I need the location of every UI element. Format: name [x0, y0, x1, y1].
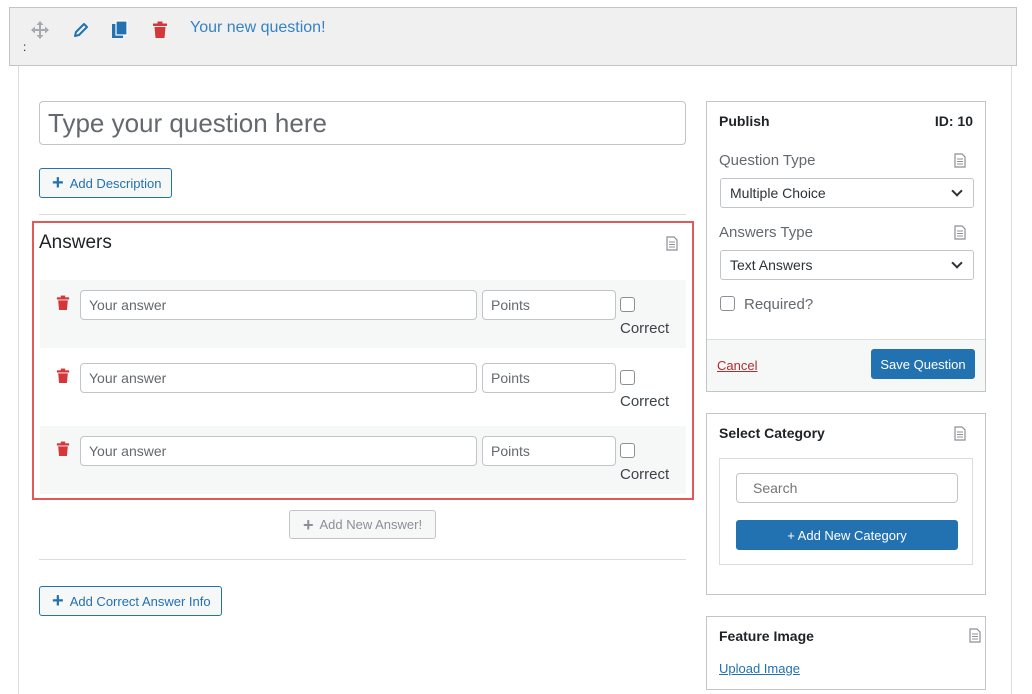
correct-label: Correct [620, 466, 670, 483]
document-icon[interactable] [954, 153, 966, 168]
correct-label: Correct [620, 320, 670, 337]
feature-image-title: Feature Image [719, 628, 814, 644]
answer-row: Correct [40, 426, 686, 494]
divider [39, 214, 686, 215]
pencil-icon[interactable] [71, 20, 91, 40]
add-new-answer-button[interactable]: + Add New Answer! [289, 510, 436, 539]
frame-border-right [1011, 66, 1012, 694]
answers-title: Answers [39, 232, 112, 253]
correct-checkbox[interactable] [620, 443, 635, 458]
add-new-category-button[interactable]: + Add New Category [736, 520, 958, 550]
answer-row: Correct [40, 353, 686, 421]
delete-answer-icon[interactable] [56, 441, 70, 457]
question-id: ID: 10 [934, 113, 973, 129]
chevron-down-icon [951, 257, 963, 269]
points-input[interactable] [482, 436, 616, 466]
category-search-input[interactable] [736, 473, 958, 503]
add-new-answer-label: Add New Answer! [319, 517, 423, 532]
correct-label: Correct [620, 393, 670, 410]
correct-checkbox[interactable] [620, 370, 635, 385]
publish-footer: Cancel Save Question [707, 339, 985, 391]
publish-title: Publish [719, 113, 770, 129]
move-icon[interactable] [30, 20, 50, 40]
answer-input[interactable] [80, 363, 477, 393]
answer-input[interactable] [80, 290, 477, 320]
answer-row: Correct [40, 280, 686, 348]
correct-checkbox[interactable] [620, 297, 635, 312]
answers-type-label: Answers Type [719, 224, 813, 241]
points-input[interactable] [482, 363, 616, 393]
feature-image-panel: Feature Image Upload Image [706, 616, 986, 690]
plus-icon: + [302, 514, 314, 535]
answer-input[interactable] [80, 436, 477, 466]
copy-icon[interactable] [110, 20, 130, 40]
add-description-button[interactable]: + Add Description [39, 168, 173, 198]
cancel-link[interactable]: Cancel [717, 358, 757, 373]
upload-image-link[interactable]: Upload Image [719, 661, 800, 676]
question-toolbar: Your new question! : [9, 7, 1017, 66]
answers-type-select[interactable]: Text Answers [720, 250, 974, 280]
plus-icon: + [52, 172, 64, 194]
add-correct-answer-info-button[interactable]: + Add Correct Answer Info [39, 586, 222, 616]
category-box: + Add New Category [719, 458, 973, 565]
trash-icon[interactable] [150, 20, 170, 40]
divider [39, 559, 686, 560]
add-correct-answer-info-label: Add Correct Answer Info [69, 593, 211, 609]
add-description-label: Add Description [69, 175, 162, 191]
question-type-label: Question Type [719, 152, 816, 169]
document-icon[interactable] [666, 236, 678, 251]
category-title: Select Category [719, 425, 825, 441]
question-input[interactable] [39, 101, 686, 145]
points-input[interactable] [482, 290, 616, 320]
required-checkbox[interactable] [720, 296, 735, 311]
plus-icon: + [52, 590, 64, 612]
category-panel: Select Category + Add New Category [706, 413, 986, 595]
question-type-value: Multiple Choice [730, 185, 826, 201]
frame-border-left [18, 66, 19, 694]
document-icon[interactable] [954, 426, 966, 441]
document-icon[interactable] [954, 225, 966, 240]
question-type-select[interactable]: Multiple Choice [720, 178, 974, 208]
delete-answer-icon[interactable] [56, 368, 70, 384]
answers-type-value: Text Answers [730, 257, 813, 273]
publish-panel: Publish ID: 10 Question Type Multiple Ch… [706, 101, 986, 392]
question-heading: Your new question! [190, 19, 326, 36]
toolbar-colon: : [23, 40, 27, 54]
delete-answer-icon[interactable] [56, 295, 70, 311]
save-question-button[interactable]: Save Question [871, 349, 975, 379]
chevron-down-icon [951, 185, 963, 197]
document-icon[interactable] [969, 628, 981, 643]
required-label: Required? [744, 296, 814, 313]
